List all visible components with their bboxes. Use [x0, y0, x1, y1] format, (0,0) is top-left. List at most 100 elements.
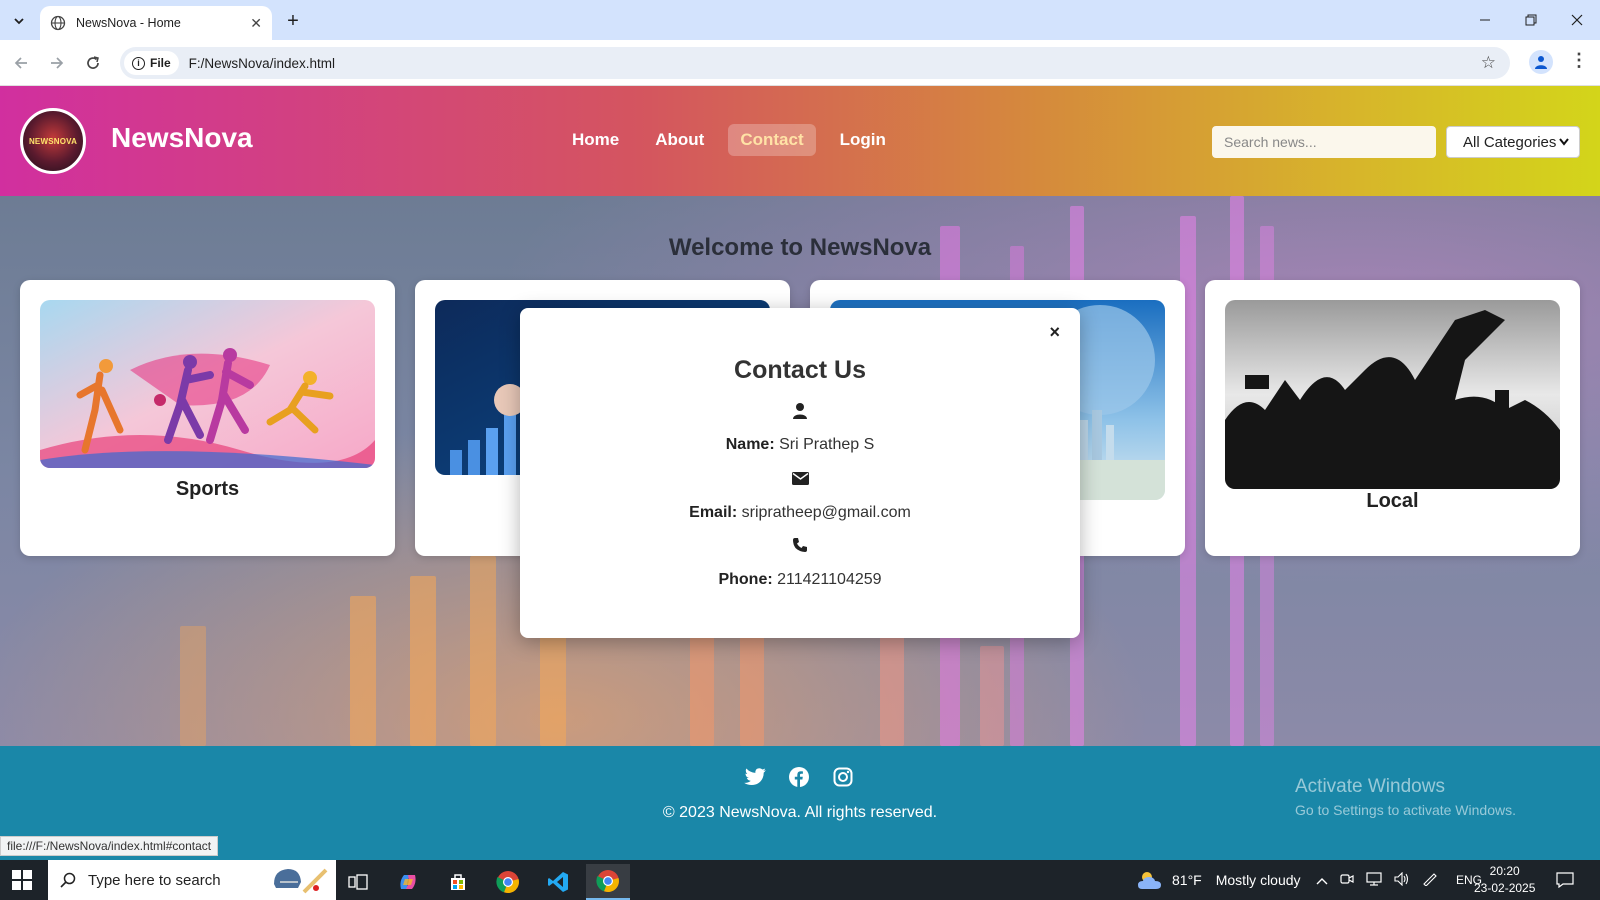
reload-icon	[87, 56, 99, 69]
close-window-button[interactable]	[1554, 0, 1600, 40]
category-selected-value: All Categories	[1463, 133, 1557, 151]
browser-tab-active[interactable]: NewsNova - Home ✕	[40, 6, 272, 40]
tab-close-icon[interactable]: ✕	[250, 15, 262, 32]
person-icon	[1535, 56, 1547, 69]
facebook-icon[interactable]	[788, 766, 810, 788]
minimize-icon	[1480, 19, 1490, 21]
address-bar: i File F:/NewsNova/index.html ☆	[0, 40, 1600, 86]
category-select[interactable]: All Categories	[1446, 126, 1580, 158]
nav-link-contact[interactable]: Contact	[728, 124, 816, 156]
modal-close-icon[interactable]: ×	[1049, 322, 1060, 343]
vscode-icon[interactable]	[536, 864, 580, 900]
welcome-heading: Welcome to NewsNova	[668, 234, 932, 261]
contact-email: Email: sripratheep@gmail.com	[520, 504, 1080, 522]
email-label: Email:	[689, 504, 738, 521]
meet-now-icon[interactable]	[1340, 872, 1354, 889]
chevron-down-icon	[1559, 138, 1569, 146]
site-logo[interactable]: NEWSNOVA	[20, 108, 86, 174]
phone-label: Phone:	[718, 571, 773, 588]
contact-modal: × Contact Us Name: Sri Prathep S Email: …	[520, 308, 1080, 638]
taskbar-clock[interactable]: 20:20 23-02-2025	[1474, 863, 1535, 897]
search-news-input[interactable]	[1212, 126, 1436, 158]
contact-name: Name: Sri Prathep S	[520, 436, 1080, 454]
notification-center-icon[interactable]	[1556, 860, 1574, 900]
card-title-sports: Sports	[175, 478, 240, 500]
weather-widget[interactable]: 81°F Mostly cloudy	[1136, 860, 1301, 900]
category-card-sports[interactable]: Sports	[20, 280, 395, 556]
tab-search-button[interactable]	[6, 8, 32, 34]
link-status-bar: file:///F:/NewsNova/index.html#contact	[0, 836, 219, 856]
chrome-taskbar-icon[interactable]	[486, 864, 530, 900]
volume-icon[interactable]	[1394, 871, 1410, 889]
copilot-icon[interactable]	[386, 864, 430, 900]
clock-date: 23-02-2025	[1474, 881, 1536, 895]
info-icon: i	[132, 56, 145, 70]
weather-temperature: 81°F	[1172, 872, 1202, 888]
nav-link-about[interactable]: About	[643, 124, 716, 156]
chevron-up-icon[interactable]	[1316, 872, 1328, 888]
phone-value[interactable]: 211421104259	[777, 571, 881, 588]
bookmark-star-icon[interactable]: ☆	[1481, 53, 1496, 73]
restore-icon	[1525, 14, 1537, 26]
minimize-button[interactable]	[1462, 0, 1508, 40]
logo-text: NEWSNOVA	[28, 136, 78, 146]
chevron-down-icon	[14, 18, 24, 25]
taskbar-search-box[interactable]: Type here to search	[48, 860, 336, 900]
web-page: NEWSNOVA NewsNova Home About Contact Log…	[0, 86, 1600, 866]
taskbar-search-placeholder: Type here to search	[88, 871, 221, 889]
social-links	[744, 766, 854, 788]
pen-icon[interactable]	[1422, 872, 1438, 889]
restore-button[interactable]	[1508, 0, 1554, 40]
user-icon	[788, 401, 812, 421]
site-info-chip[interactable]: i File	[124, 51, 179, 75]
reload-button[interactable]	[80, 50, 106, 76]
arrow-right-icon	[51, 57, 64, 69]
browser-tab-strip: NewsNova - Home ✕ +	[0, 0, 1600, 40]
nav-link-login[interactable]: Login	[828, 124, 898, 156]
browser-menu-icon[interactable]: ⋮	[1570, 50, 1588, 71]
task-view-icon[interactable]	[336, 864, 380, 900]
new-tab-button[interactable]: +	[280, 8, 306, 34]
globe-icon	[50, 15, 66, 31]
main-content: Welcome to NewsNova Sports Local × Conta…	[0, 196, 1600, 746]
site-header: NEWSNOVA NewsNova Home About Contact Log…	[0, 86, 1600, 196]
modal-title: Contact Us	[734, 356, 866, 384]
cloudy-weather-icon	[1138, 872, 1161, 889]
forward-button[interactable]	[44, 50, 70, 76]
main-nav: Home About Contact Login	[560, 124, 898, 156]
card-title-local: Local	[1366, 490, 1419, 512]
omnibox[interactable]: i File F:/NewsNova/index.html ☆	[120, 47, 1510, 79]
envelope-icon	[788, 468, 812, 488]
chrome-active-taskbar-icon[interactable]	[586, 864, 630, 900]
watermark-subtitle: Go to Settings to activate Windows.	[1295, 802, 1516, 818]
site-footer: © 2023 NewsNova. All rights reserved. Ac…	[0, 746, 1600, 866]
windows-start-icon[interactable]	[12, 870, 32, 890]
name-label: Name:	[725, 436, 775, 453]
cricket-helmet-icon	[274, 868, 328, 894]
site-info-label: File	[150, 56, 171, 70]
system-tray: ENG	[1316, 860, 1482, 900]
contact-phone: Phone: 211421104259	[520, 571, 1080, 589]
local-image	[1225, 300, 1560, 489]
phone-icon	[788, 535, 812, 555]
microsoft-store-icon[interactable]	[436, 864, 480, 900]
nav-link-home[interactable]: Home	[560, 124, 631, 156]
profile-avatar[interactable]	[1529, 50, 1553, 74]
tab-title: NewsNova - Home	[76, 16, 181, 30]
url-text[interactable]: F:/NewsNova/index.html	[189, 56, 335, 71]
category-card-local[interactable]: Local	[1205, 280, 1580, 556]
email-value[interactable]: sripratheep@gmail.com	[742, 504, 911, 521]
watermark-title: Activate Windows	[1295, 776, 1445, 797]
windows-activation-watermark: Activate Windows Go to Settings to activ…	[1295, 776, 1516, 818]
close-icon	[1571, 14, 1583, 26]
twitter-icon[interactable]	[744, 766, 766, 788]
back-button[interactable]	[8, 50, 34, 76]
windows-taskbar: Type here to search 81°F Mostly cloudy E…	[0, 860, 1600, 900]
network-icon[interactable]	[1366, 871, 1382, 889]
name-value: Sri Prathep S	[779, 436, 875, 453]
sports-image	[40, 300, 375, 468]
brand-name[interactable]: NewsNova	[111, 122, 253, 154]
arrow-left-icon	[14, 57, 27, 69]
search-icon	[60, 872, 76, 888]
instagram-icon[interactable]	[832, 766, 854, 788]
